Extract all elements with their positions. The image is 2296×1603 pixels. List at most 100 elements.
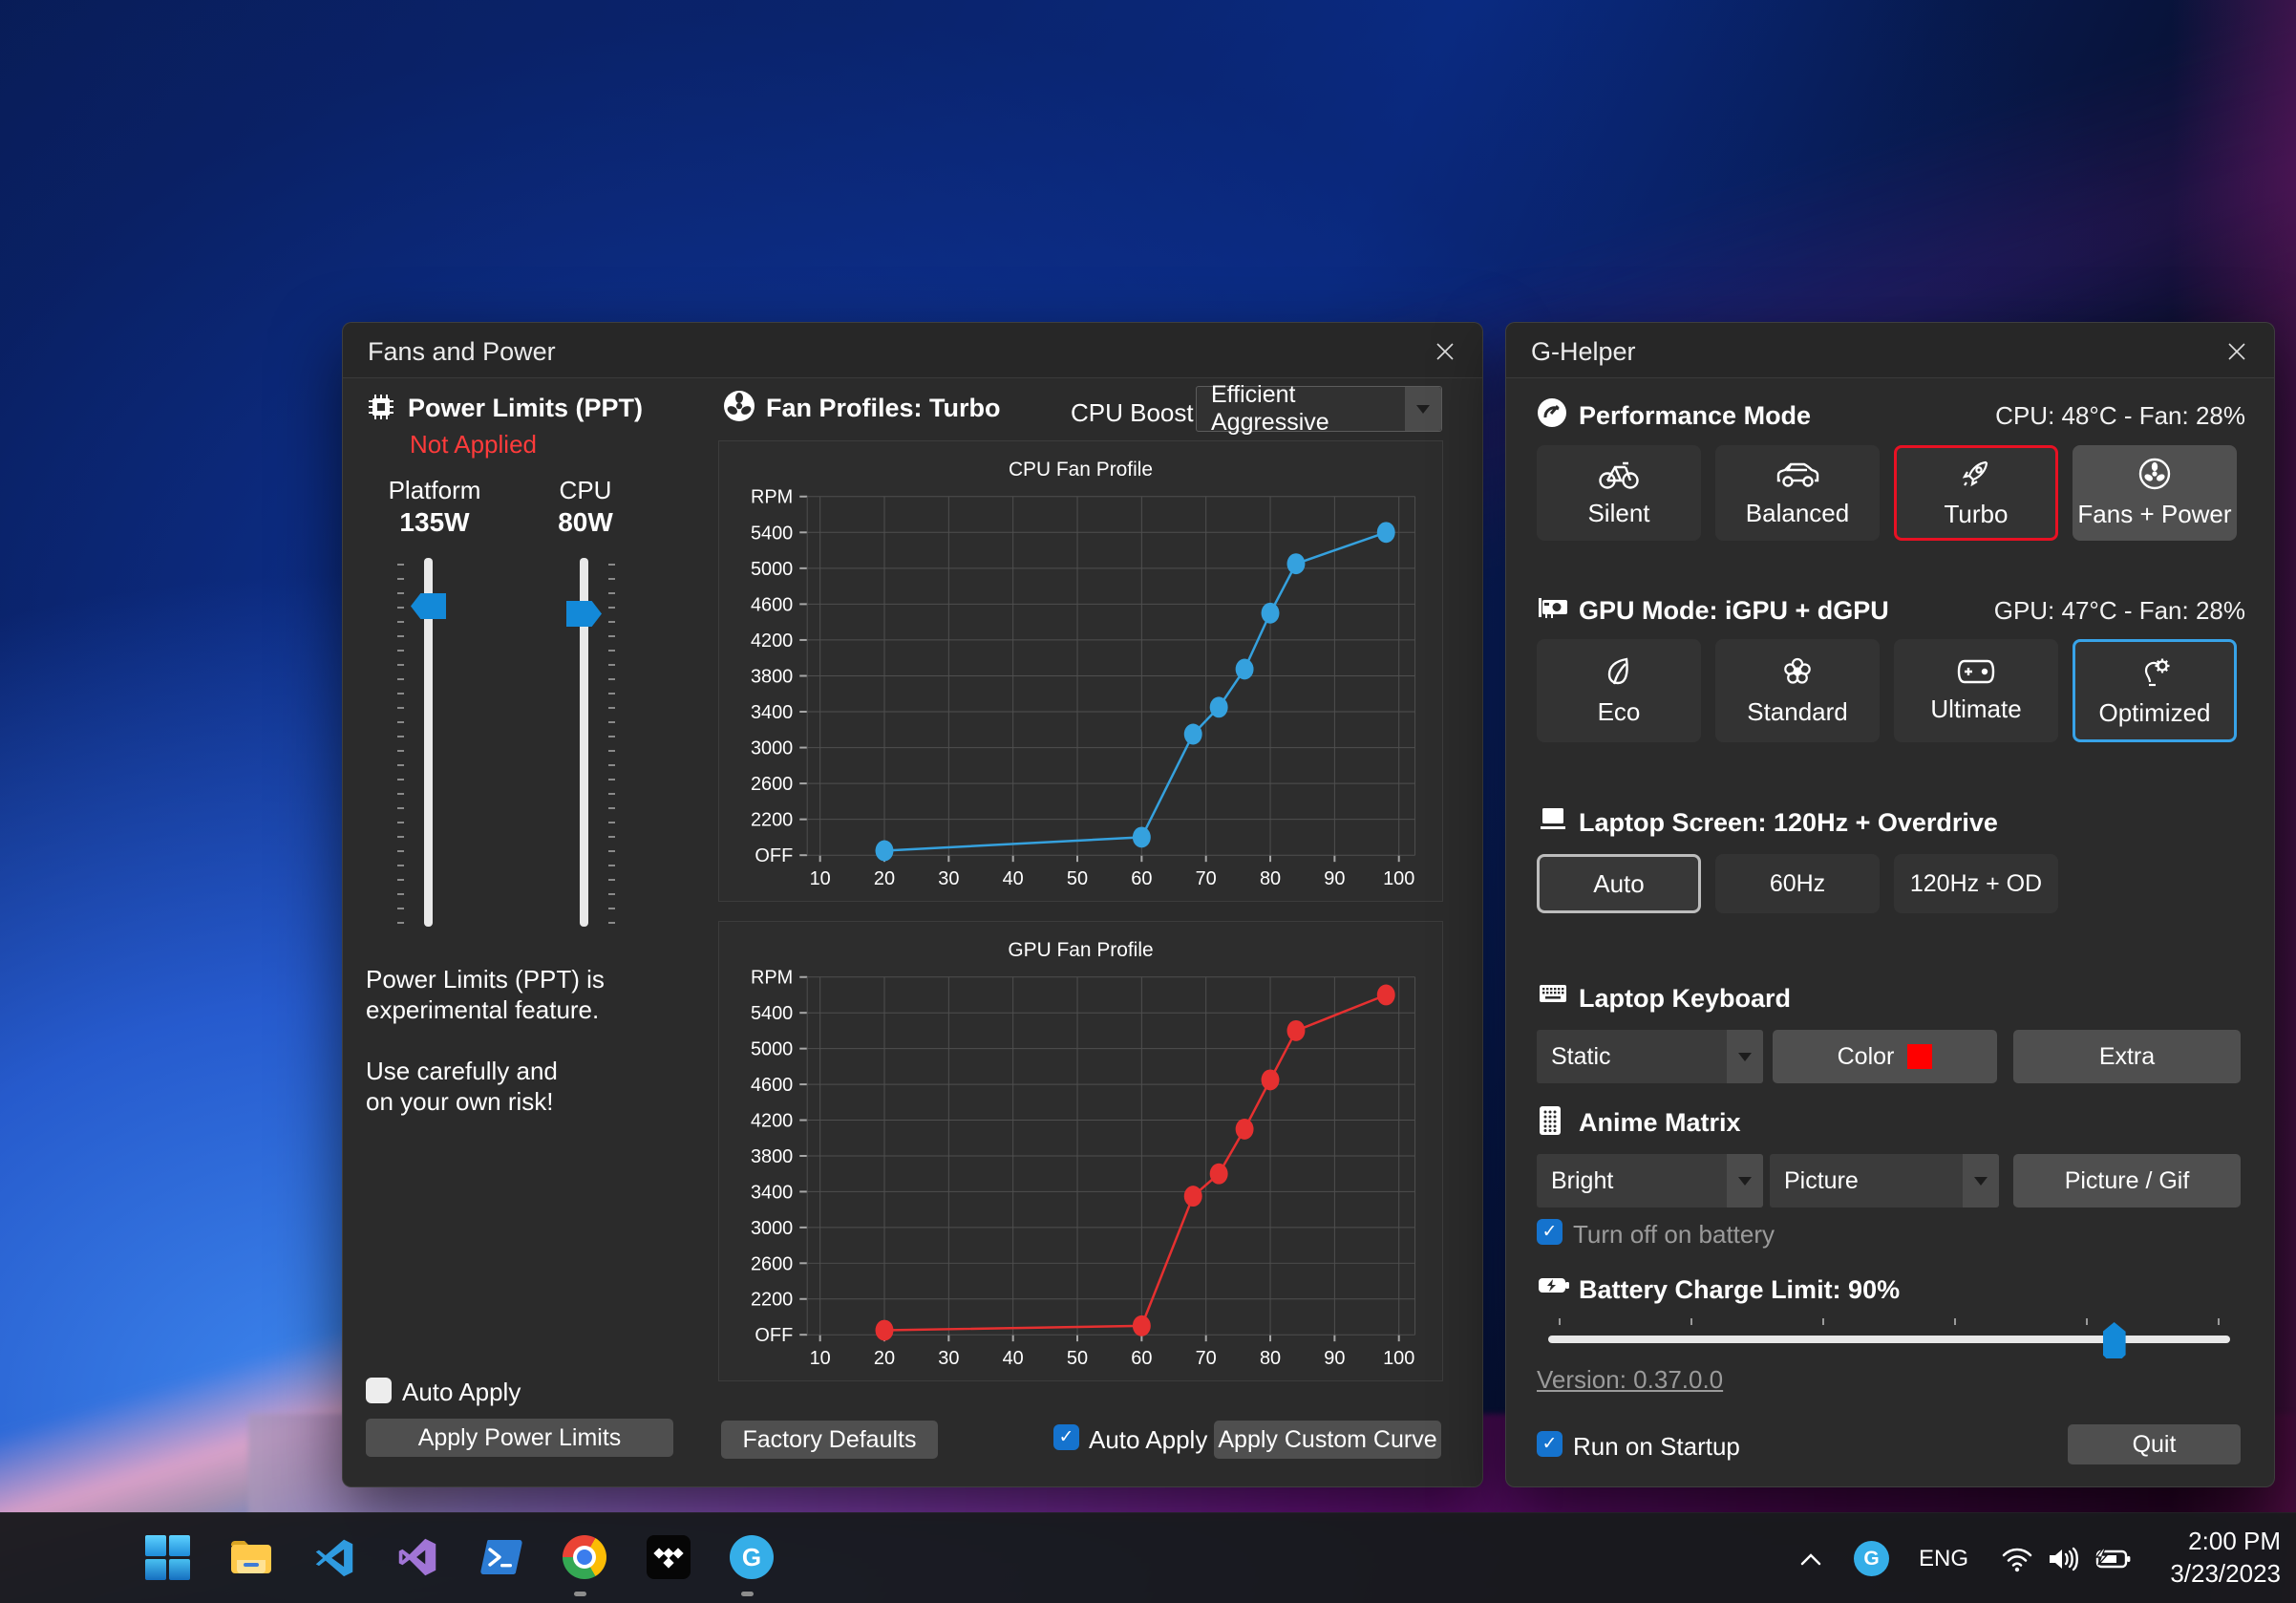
gpu-button-optimized[interactable]: Optimized <box>2073 639 2237 742</box>
gpu-button-standard[interactable]: Standard <box>1715 639 1880 742</box>
fans-window-titlebar[interactable]: Fans and Power <box>343 323 1482 378</box>
cpu-slider-handle[interactable] <box>566 601 602 627</box>
mode-button-fans-power[interactable]: Fans + Power <box>2073 445 2237 541</box>
keyboard-icon <box>1537 980 1567 1011</box>
mode-button-balanced[interactable]: Balanced <box>1715 445 1880 541</box>
ghelper-titlebar[interactable]: G-Helper <box>1506 323 2274 378</box>
svg-text:2200: 2200 <box>751 810 793 831</box>
mode-button-turbo[interactable]: Turbo <box>1894 445 2058 541</box>
g-helper-tray-icon: G <box>1854 1541 1889 1576</box>
keyboard-color-button[interactable]: Color <box>1773 1030 1997 1083</box>
vscode-button[interactable] <box>308 1530 361 1584</box>
svg-text:90: 90 <box>1324 1348 1345 1369</box>
flower-icon <box>1780 654 1815 689</box>
mode-button-label: Fans + Power <box>2077 500 2231 529</box>
cpu-fan-chart[interactable]: 102030405060708090100OFF2200260030003400… <box>719 441 1442 901</box>
factory-defaults-button[interactable]: Factory Defaults <box>721 1421 938 1459</box>
screen-button-auto[interactable]: Auto <box>1537 854 1701 913</box>
chevron-up-icon <box>1800 1553 1821 1566</box>
taskbar-clock[interactable]: 2:00 PM 3/23/2023 <box>2170 1525 2281 1590</box>
matrix-running-dropdown[interactable]: Picture <box>1770 1154 1999 1208</box>
run-on-startup-checkbox[interactable] <box>1537 1431 1563 1457</box>
screen-button-120hz-od[interactable]: 120Hz + OD <box>1894 854 2058 913</box>
matrix-battery-checkbox[interactable] <box>1537 1219 1563 1245</box>
svg-text:OFF: OFF <box>755 1325 793 1346</box>
battery-slider-thumb[interactable] <box>2103 1322 2126 1358</box>
start-button[interactable] <box>140 1530 194 1584</box>
file-explorer-button[interactable] <box>223 1530 277 1584</box>
svg-text:50: 50 <box>1067 1348 1088 1369</box>
tray-language[interactable]: ENG <box>1918 1544 1969 1574</box>
performance-mode-heading: Performance Mode <box>1579 401 1811 431</box>
power-auto-apply-label: Auto Apply <box>402 1378 521 1407</box>
screen-button-label: 60Hz <box>1770 870 1825 898</box>
power-limits-note-line1: Power Limits (PPT) is <box>366 965 605 994</box>
svg-text:3400: 3400 <box>751 1182 793 1203</box>
gpu-fan-chart[interactable]: 102030405060708090100OFF2200260030003400… <box>719 922 1442 1380</box>
gpu-button-ultimate[interactable]: Ultimate <box>1894 639 2058 742</box>
svg-text:100: 100 <box>1383 868 1414 889</box>
ghelper-title: G-Helper <box>1531 337 1636 367</box>
platform-value: 135W <box>381 507 488 538</box>
battery-slider-track[interactable] <box>1548 1336 2230 1343</box>
tray-g-helper[interactable]: G <box>1854 1541 1889 1576</box>
apply-power-limits-button[interactable]: Apply Power Limits <box>366 1419 673 1457</box>
close-icon[interactable] <box>2221 335 2253 368</box>
svg-text:20: 20 <box>874 868 895 889</box>
platform-slider-handle[interactable] <box>411 593 446 619</box>
folder-icon <box>227 1537 273 1577</box>
cpu-boost-dropdown[interactable]: Efficient Aggressive <box>1196 386 1442 432</box>
keyboard-extra-button[interactable]: Extra <box>2013 1030 2241 1083</box>
chrome-button[interactable] <box>558 1530 611 1584</box>
power-auto-apply-checkbox[interactable] <box>366 1378 392 1403</box>
platform-slider-ticks <box>397 564 404 927</box>
powershell-icon <box>479 1536 523 1578</box>
g-helper-icon: G <box>730 1535 774 1579</box>
tray-volume[interactable] <box>2042 1540 2084 1578</box>
quit-button[interactable]: Quit <box>2068 1424 2241 1464</box>
fan-profiles-heading: Fan Profiles: Turbo <box>766 394 1001 423</box>
apply-custom-curve-button[interactable]: Apply Custom Curve <box>1214 1421 1441 1459</box>
svg-text:3400: 3400 <box>751 702 793 723</box>
screen-button-60hz[interactable]: 60Hz <box>1715 854 1880 913</box>
gauge-icon <box>1537 397 1567 428</box>
chrome-icon <box>563 1535 606 1579</box>
gpu-button-label: Ultimate <box>1930 695 2021 724</box>
power-limits-note-line4: on your own risk! <box>366 1087 554 1117</box>
g-helper-taskbar-button[interactable]: G <box>725 1530 778 1584</box>
power-limits-status: Not Applied <box>410 430 537 460</box>
matrix-picture-gif-button[interactable]: Picture / Gif <box>2013 1154 2241 1208</box>
terminal-button[interactable] <box>475 1530 528 1584</box>
gpu-button-label: Standard <box>1747 697 1848 727</box>
matrix-brightness-dropdown[interactable]: Bright <box>1537 1154 1763 1208</box>
svg-text:60: 60 <box>1131 868 1152 889</box>
gpu-button-eco[interactable]: Eco <box>1537 639 1701 742</box>
svg-text:60: 60 <box>1131 1348 1152 1369</box>
tray-battery[interactable] <box>2090 1540 2136 1578</box>
visual-studio-button[interactable] <box>391 1530 444 1584</box>
svg-text:4200: 4200 <box>751 631 793 652</box>
g-helper-window: G-Helper Performance Mode CPU: 48°C - Fa… <box>1505 322 2275 1487</box>
svg-text:2600: 2600 <box>751 774 793 795</box>
mode-button-silent[interactable]: Silent <box>1537 445 1701 541</box>
svg-text:5000: 5000 <box>751 1039 793 1060</box>
gpu-fan-chart-panel: 102030405060708090100OFF2200260030003400… <box>718 921 1443 1381</box>
battery-charge-heading: Battery Charge Limit: 90% <box>1579 1275 1900 1305</box>
tray-wifi[interactable] <box>1998 1540 2036 1578</box>
curve-auto-apply-checkbox[interactable] <box>1053 1424 1079 1450</box>
cpu-temp-status: CPU: 48°C - Fan: 28% <box>1995 401 2245 431</box>
tray-chevron-up[interactable] <box>1794 1542 1828 1576</box>
svg-text:10: 10 <box>810 868 831 889</box>
vscode-icon <box>313 1536 355 1578</box>
keyboard-mode-dropdown[interactable]: Static <box>1537 1030 1763 1083</box>
tidal-button[interactable] <box>642 1530 695 1584</box>
svg-text:CPU Fan Profile: CPU Fan Profile <box>1009 459 1153 481</box>
ghelper-running-indicator <box>741 1592 754 1596</box>
close-icon[interactable] <box>1429 335 1461 368</box>
svg-text:10: 10 <box>810 1348 831 1369</box>
svg-text:3000: 3000 <box>751 738 793 759</box>
mode-button-label: Balanced <box>1746 499 1849 528</box>
windows-logo-icon <box>145 1535 190 1580</box>
svg-text:100: 100 <box>1383 1348 1414 1369</box>
version-link[interactable]: Version: 0.37.0.0 <box>1537 1365 1723 1395</box>
